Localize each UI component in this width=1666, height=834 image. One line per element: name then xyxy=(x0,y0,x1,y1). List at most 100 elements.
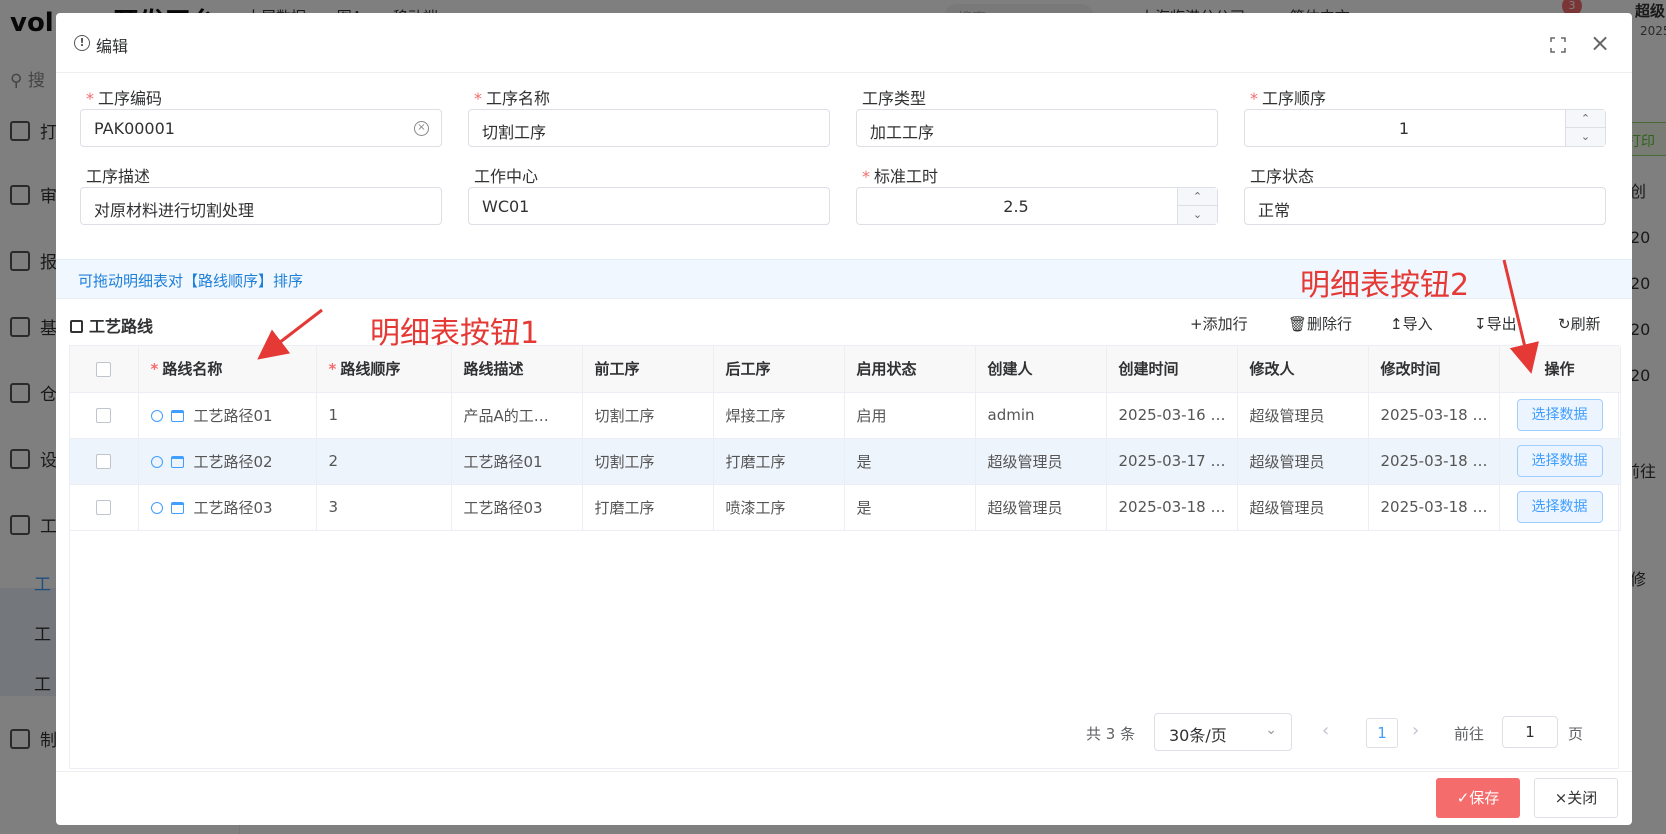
calendar-icon[interactable] xyxy=(170,455,184,468)
row-checkbox[interactable] xyxy=(70,438,139,485)
table-cell[interactable]: 焊接工序 xyxy=(713,392,845,439)
process-type-input[interactable]: 加工工序 xyxy=(856,109,1218,147)
prev-page-chevron-left-icon[interactable]: ‹ xyxy=(1322,720,1329,741)
process-desc-input[interactable]: 对原材料进行切割处理 xyxy=(80,187,442,225)
field-value: 1 xyxy=(1398,119,1410,138)
column-header: 前工序 xyxy=(582,346,714,393)
std-time-stepper[interactable]: 2.5 ⌃ ⌄ xyxy=(856,187,1218,225)
select-data-button[interactable]: 选择数据 xyxy=(1516,445,1603,477)
search-icon[interactable] xyxy=(150,501,163,514)
calendar-icon[interactable] xyxy=(170,409,184,422)
table-cell: 超级管理员 xyxy=(1237,392,1369,439)
table-cell: 2025-03-18 … xyxy=(1368,484,1500,531)
table-cell[interactable]: 打磨工序 xyxy=(713,438,845,485)
decrement-chevron-down-icon[interactable]: ⌄ xyxy=(1178,206,1217,224)
field-label: 工序名称 xyxy=(486,89,551,108)
select-data-button[interactable]: 选择数据 xyxy=(1516,491,1603,523)
field-value: 切割工序 xyxy=(482,123,547,142)
table-cell: 超级管理员 xyxy=(975,438,1107,485)
field-value: WC01 xyxy=(482,197,530,216)
column-header: 修改时间 xyxy=(1368,346,1500,393)
goto-page-input[interactable]: 1 xyxy=(1502,716,1558,748)
clear-icon[interactable]: × xyxy=(414,121,429,136)
route-name-cell[interactable]: 工艺路径02 xyxy=(138,438,317,485)
dialog-title: 编辑 xyxy=(96,37,129,56)
work-center-input[interactable]: WC01 xyxy=(468,187,830,225)
field-label: 工序编码 xyxy=(98,89,163,108)
page-size-select[interactable]: 30条/页 ⌄ xyxy=(1154,713,1292,751)
required-mark: * xyxy=(474,89,482,108)
field-label: 工序顺序 xyxy=(1262,89,1327,108)
field-value: 对原材料进行切割处理 xyxy=(94,201,255,220)
table-cell: 超级管理员 xyxy=(975,484,1107,531)
refresh-button[interactable]: ↻刷新 xyxy=(1558,313,1601,334)
search-icon[interactable] xyxy=(150,409,163,422)
table-cell[interactable]: 1 xyxy=(316,392,452,439)
increment-chevron-up-icon[interactable]: ⌃ xyxy=(1178,188,1217,206)
edit-dialog: ! 编辑 × * 工序编码 PAK00001 × * 工序名称 切割工序 工序类型 … xyxy=(56,13,1632,825)
table-cell[interactable]: 启用 xyxy=(844,392,976,439)
route-name-cell[interactable]: 工艺路径01 xyxy=(138,392,317,439)
process-order-stepper[interactable]: 1 ⌃ ⌄ xyxy=(1244,109,1606,147)
table-cell: admin xyxy=(975,392,1107,439)
table-cell[interactable]: 喷漆工序 xyxy=(713,484,845,531)
table-cell[interactable]: 3 xyxy=(316,484,452,531)
field-value: 正常 xyxy=(1258,201,1291,220)
table-cell[interactable]: 切割工序 xyxy=(582,392,714,439)
upload-icon: ↥ xyxy=(1390,315,1403,333)
column-header: 启用状态 xyxy=(844,346,976,393)
check-icon: ✓ xyxy=(1456,789,1470,807)
next-page-chevron-right-icon[interactable]: › xyxy=(1412,720,1419,741)
search-icon[interactable] xyxy=(150,455,163,468)
table-row[interactable]: 工艺路径03 3 工艺路径03 打磨工序 喷漆工序 是 超级管理员 2025-0… xyxy=(70,484,1621,531)
select-data-button[interactable]: 选择数据 xyxy=(1516,399,1603,431)
route-table: * 路线名称 * 路线顺序 路线描述 前工序 后工序 启用状态 创建人 创建时间 修… xyxy=(69,345,1621,769)
goto-label: 前往 xyxy=(1454,725,1485,743)
current-page-button[interactable]: 1 xyxy=(1366,718,1398,748)
download-icon: ↧ xyxy=(1474,315,1487,333)
process-name-input[interactable]: 切割工序 xyxy=(468,109,830,147)
plus-icon: + xyxy=(1190,315,1203,333)
field-label: 标准工时 xyxy=(874,167,939,186)
table-row[interactable]: 工艺路径01 1 产品A的工… 切割工序 焊接工序 启用 admin 2025-… xyxy=(70,392,1621,439)
process-code-input[interactable]: PAK00001 × xyxy=(80,109,442,147)
calendar-icon[interactable] xyxy=(170,501,184,514)
annotation-label-1: 明细表按钮1 xyxy=(370,316,540,351)
page-unit-label: 页 xyxy=(1568,725,1584,743)
increment-chevron-up-icon[interactable]: ⌃ xyxy=(1566,110,1605,128)
field-label: 工序类型 xyxy=(862,89,927,108)
import-button[interactable]: ↥导入 xyxy=(1390,313,1433,334)
column-header: 创建时间 xyxy=(1106,346,1238,393)
export-button[interactable]: ↧导出 xyxy=(1474,313,1517,334)
table-row[interactable]: 工艺路径02 2 工艺路径01 切割工序 打磨工序 是 超级管理员 2025-0… xyxy=(70,438,1621,485)
table-cell[interactable]: 工艺路径01 xyxy=(451,438,583,485)
close-button[interactable]: ×关闭 xyxy=(1534,778,1618,818)
delete-row-button[interactable]: 🗑删除行 xyxy=(1288,313,1352,334)
table-cell[interactable]: 切割工序 xyxy=(582,438,714,485)
table-cell[interactable]: 打磨工序 xyxy=(582,484,714,531)
maximize-icon[interactable] xyxy=(1550,37,1566,53)
close-icon: × xyxy=(1554,789,1568,807)
table-cell[interactable]: 产品A的工… xyxy=(451,392,583,439)
column-header: * 路线名称 xyxy=(138,346,317,393)
add-row-button[interactable]: +添加行 xyxy=(1190,313,1248,334)
required-mark: * xyxy=(86,89,94,108)
close-icon[interactable]: × xyxy=(1590,31,1610,55)
table-cell[interactable]: 是 xyxy=(844,438,976,485)
table-header-row: * 路线名称 * 路线顺序 路线描述 前工序 后工序 启用状态 创建人 创建时间 修… xyxy=(70,346,1621,393)
table-cell[interactable]: 工艺路径03 xyxy=(451,484,583,531)
select-all-checkbox[interactable] xyxy=(70,346,139,393)
process-status-input[interactable]: 正常 xyxy=(1244,187,1606,225)
table-cell[interactable]: 2 xyxy=(316,438,452,485)
save-button[interactable]: ✓保存 xyxy=(1436,778,1520,818)
row-checkbox[interactable] xyxy=(70,392,139,439)
row-checkbox[interactable] xyxy=(70,484,139,531)
pager-total: 共 3 条 xyxy=(1086,725,1136,743)
table-cell: 2025-03-18 … xyxy=(1368,438,1500,485)
decrement-chevron-down-icon[interactable]: ⌄ xyxy=(1566,128,1605,146)
route-name-cell[interactable]: 工艺路径03 xyxy=(138,484,317,531)
table-cell: 超级管理员 xyxy=(1237,438,1369,485)
column-header: 路线描述 xyxy=(451,346,583,393)
annotation-label-2: 明细表按钮2 xyxy=(1300,268,1470,303)
table-cell[interactable]: 是 xyxy=(844,484,976,531)
